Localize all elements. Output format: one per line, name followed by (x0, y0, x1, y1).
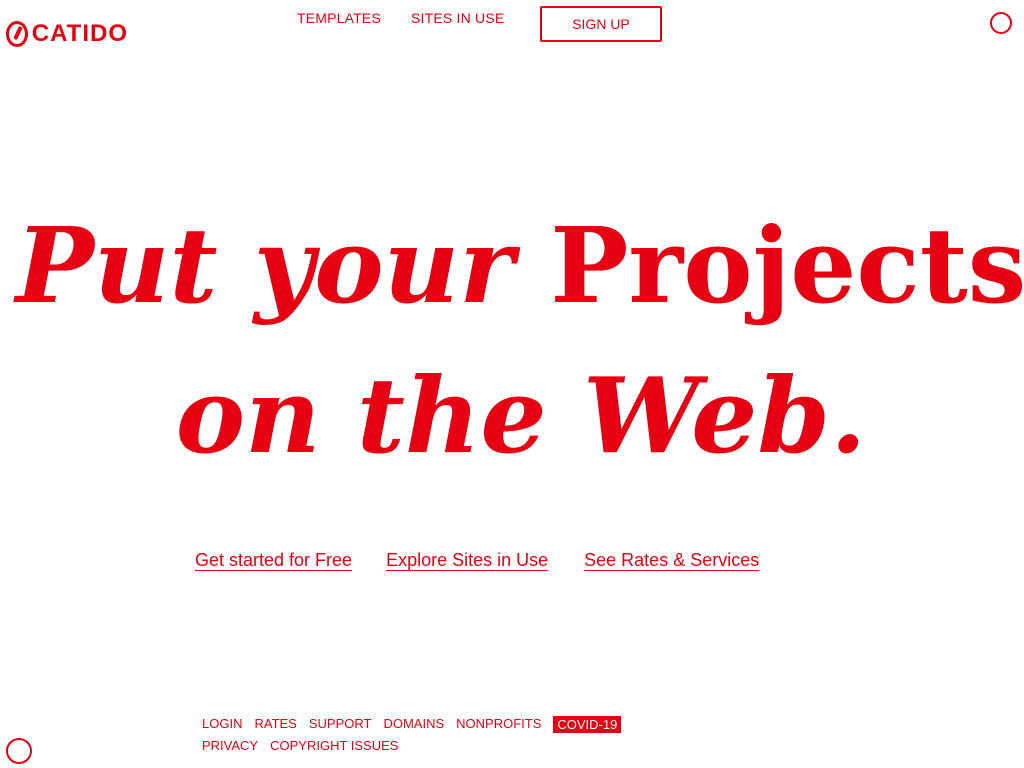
cta-links: Get started for Free Explore Sites in Us… (195, 550, 761, 571)
footer-login[interactable]: LOGIN (202, 716, 242, 733)
footer-links-primary: LOGIN RATES SUPPORT DOMAINS NONPROFITS C… (202, 716, 622, 733)
explore-sites-link[interactable]: Explore Sites in Use (386, 550, 548, 571)
hero-line-2: on the Web. (175, 354, 867, 477)
footer-copyright-issues[interactable]: COPYRIGHT ISSUES (270, 738, 398, 753)
footer-image (6, 738, 32, 764)
footer-domains[interactable]: DOMAINS (383, 716, 444, 733)
footer-privacy[interactable]: PRIVACY (202, 738, 258, 753)
see-rates-link[interactable]: See Rates & Services (582, 550, 761, 571)
footer-rates[interactable]: RATES (254, 716, 296, 733)
hero-line-1-roman: Projects (550, 204, 1024, 327)
footer-nonprofits[interactable]: NONPROFITS (456, 716, 541, 733)
get-started-link[interactable]: Get started for Free (195, 550, 352, 571)
top-nav: TEMPLATES SITES IN USE (297, 10, 504, 26)
account-image[interactable] (948, 6, 1012, 40)
logo-icon (6, 21, 28, 47)
site-logo[interactable]: CATIDO (6, 14, 128, 54)
hero-line-1: Put your Projects (16, 191, 1024, 341)
nav-sites-in-use[interactable]: SITES IN USE (411, 10, 504, 26)
hero-line-1-italic: Put your (15, 204, 514, 327)
hero-heading: Put your Projects on the Web. (16, 185, 1024, 497)
logo-text: CATIDO (31, 20, 128, 47)
footer-links-secondary: PRIVACY COPYRIGHT ISSUES (202, 738, 398, 753)
footer-covid-badge[interactable]: COVID-19 (553, 716, 622, 733)
footer-support[interactable]: SUPPORT (309, 716, 372, 733)
signup-button[interactable]: SIGN UP (540, 6, 662, 42)
nav-templates[interactable]: TEMPLATES (297, 10, 381, 26)
account-icon (990, 12, 1012, 34)
